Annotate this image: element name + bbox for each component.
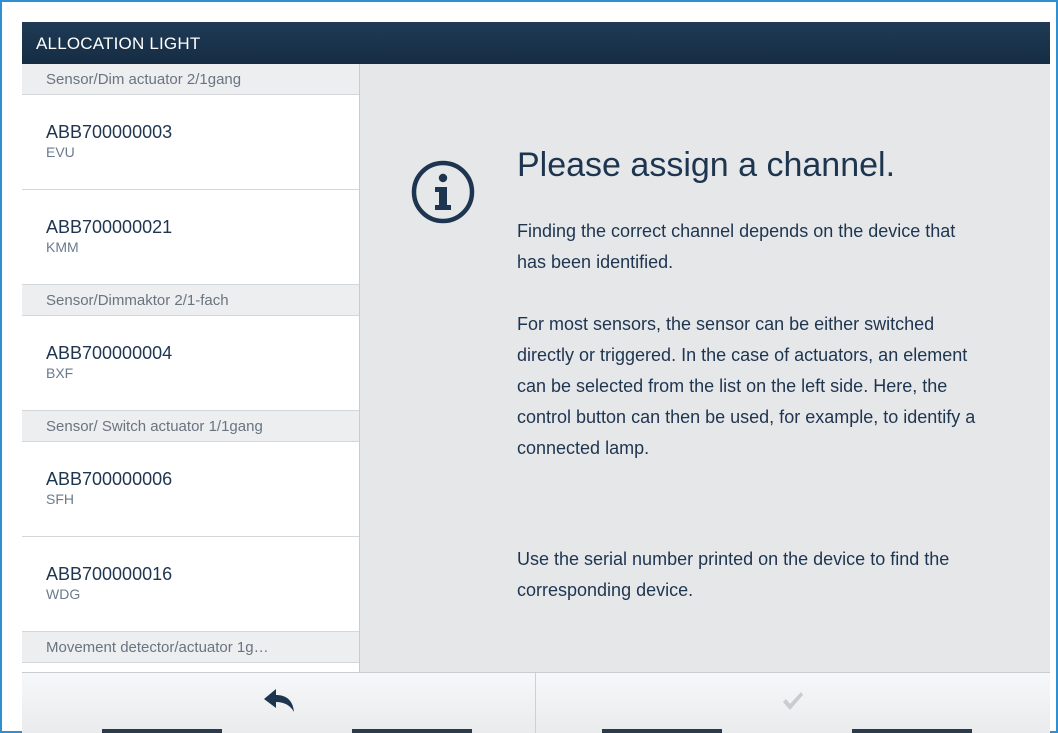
footer-shadow (352, 729, 472, 733)
info-paragraph: Use the serial number printed on the dev… (517, 549, 950, 600)
footer-shadow (602, 729, 722, 733)
footer-bar (22, 672, 1050, 733)
confirm-button[interactable] (536, 673, 1050, 729)
device-item-abb700000004[interactable]: ABB700000004 BXF (22, 316, 359, 411)
device-id: ABB700000003 (46, 122, 173, 142)
allocation-window: ALLOCATION LIGHT Sensor/Dim actuator 2/1… (22, 22, 1050, 733)
back-button[interactable] (22, 673, 535, 729)
checkmark-icon (783, 692, 803, 710)
device-list[interactable]: Sensor/Dim actuator 2/1gang ABB700000003… (22, 64, 360, 694)
device-code: SFH (46, 491, 74, 507)
back-arrow-icon (263, 689, 294, 712)
device-id: ABB700000021 (46, 217, 173, 237)
device-code: KMM (46, 239, 79, 255)
device-id: ABB700000004 (46, 343, 173, 363)
footer-shadow (852, 729, 972, 733)
device-code: WDG (46, 586, 81, 602)
group-header: Movement detector/actuator 1g… (22, 632, 359, 663)
info-paragraph: For most sensors, the sensor can be eith… (517, 314, 976, 458)
device-code: EVU (46, 144, 75, 160)
device-id: ABB700000006 (46, 469, 173, 489)
info-panel: Please assign a channel. Finding the cor… (360, 64, 1050, 694)
content-title: Please assign a channel. (517, 146, 896, 184)
group-header: Sensor/ Switch actuator 1/1gang (22, 411, 359, 442)
info-paragraph: Finding the correct channel depends on t… (517, 221, 956, 272)
device-item-abb700000003[interactable]: ABB700000003 EVU (22, 95, 359, 190)
device-item-abb700000006[interactable]: ABB700000006 SFH (22, 442, 359, 537)
group-header: Sensor/Dim actuator 2/1gang (22, 64, 359, 95)
device-code: BXF (46, 365, 74, 381)
info-icon (411, 160, 475, 224)
footer-shadow (102, 729, 222, 733)
window-title: ALLOCATION LIGHT (22, 22, 1050, 64)
device-id: ABB700000016 (46, 564, 173, 584)
device-item-abb700000021[interactable]: ABB700000021 KMM (22, 190, 359, 285)
group-header: Sensor/Dimmaktor 2/1-fach (22, 285, 359, 316)
device-item-abb700000016[interactable]: ABB700000016 WDG (22, 537, 359, 632)
